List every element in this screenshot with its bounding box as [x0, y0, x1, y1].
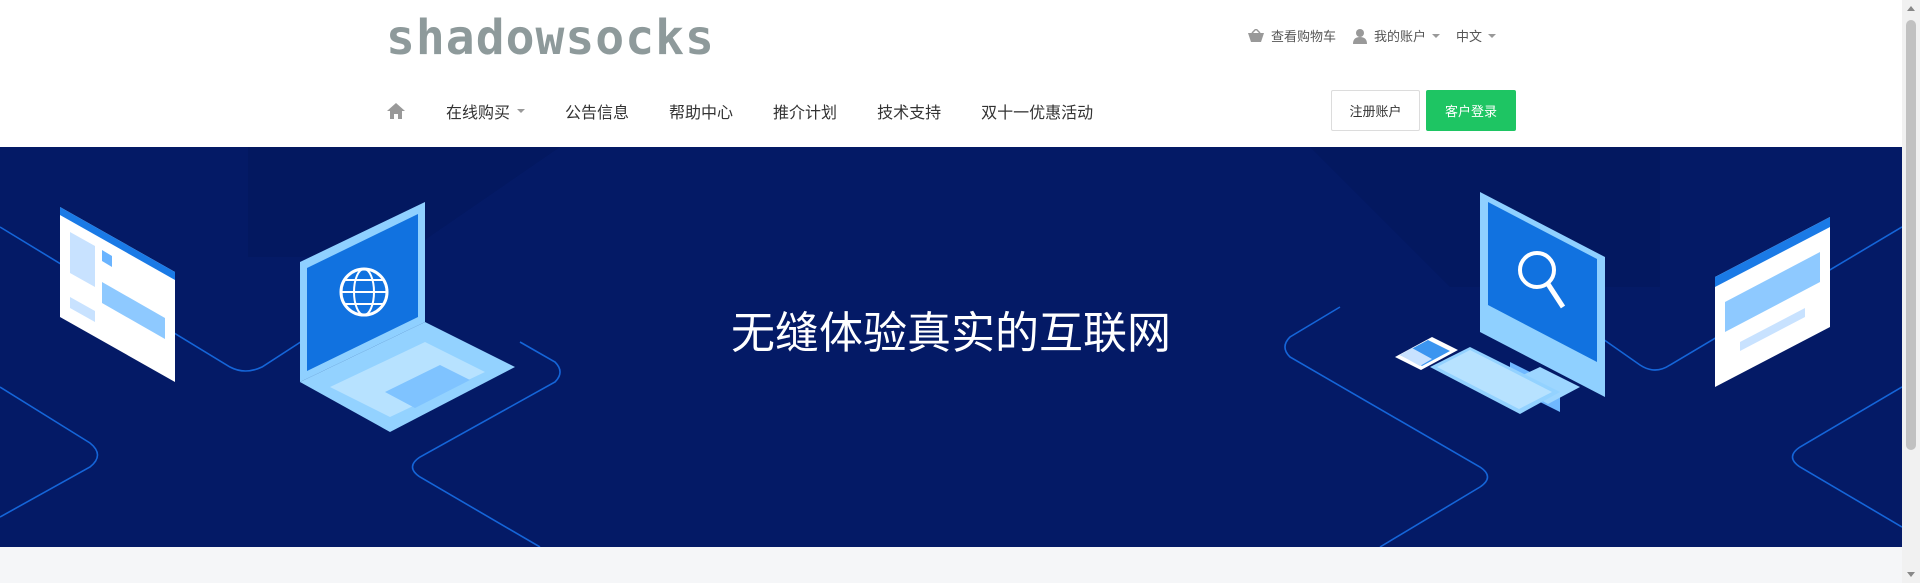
- site-logo[interactable]: shadowsocks: [386, 10, 715, 66]
- nav-item-label: 在线购买: [446, 103, 511, 122]
- scroll-down-icon[interactable]: [1907, 572, 1915, 577]
- nav-item-label: 帮助中心: [669, 103, 734, 122]
- login-button[interactable]: 客户登录: [1426, 90, 1516, 131]
- nav-item-help-center[interactable]: 帮助中心: [669, 99, 733, 123]
- nav-home[interactable]: [386, 102, 406, 120]
- view-cart-label: 查看购物车: [1270, 30, 1336, 45]
- top-bar: 查看购物车 我的账户 中文: [1247, 26, 1496, 45]
- language-label: 中文: [1455, 30, 1482, 45]
- chevron-down-icon: [1488, 33, 1496, 38]
- page-scrollbar[interactable]: [1902, 0, 1920, 583]
- site-header: shadowsocks 查看购物车 我的账户 中文 在线购买 公告信息 帮助中心…: [0, 0, 1902, 147]
- my-account-label: 我的账户: [1373, 30, 1426, 45]
- view-cart-link[interactable]: 查看购物车: [1247, 26, 1336, 45]
- language-selector[interactable]: 中文: [1456, 26, 1496, 45]
- nav-item-announcements[interactable]: 公告信息: [565, 99, 629, 123]
- hero-banner: 无缝体验真实的互联网: [0, 147, 1902, 547]
- nav-item-label: 公告信息: [565, 103, 630, 122]
- nav-item-promotion[interactable]: 双十一优惠活动: [981, 99, 1093, 123]
- basket-icon: [1247, 28, 1264, 42]
- nav-item-label: 推介计划: [773, 103, 838, 122]
- chevron-down-icon: [1431, 33, 1440, 38]
- home-icon: [387, 103, 405, 119]
- scrollbar-thumb[interactable]: [1906, 20, 1916, 450]
- my-account-menu[interactable]: 我的账户: [1352, 26, 1440, 45]
- hero-title: 无缝体验真实的互联网: [731, 308, 1171, 359]
- register-button[interactable]: 注册账户: [1331, 90, 1420, 131]
- nav-item-label: 技术支持: [877, 103, 942, 122]
- user-icon: [1352, 28, 1367, 44]
- scroll-up-icon[interactable]: [1907, 6, 1915, 11]
- nav-item-referral[interactable]: 推介计划: [773, 99, 837, 123]
- chevron-down-icon: [517, 109, 526, 113]
- nav-item-label: 双十一优惠活动: [981, 103, 1094, 122]
- nav-item-buy-online[interactable]: 在线购买: [446, 99, 526, 123]
- main-nav: 在线购买 公告信息 帮助中心 推介计划 技术支持 双十一优惠活动: [386, 96, 1133, 126]
- nav-item-support[interactable]: 技术支持: [877, 99, 941, 123]
